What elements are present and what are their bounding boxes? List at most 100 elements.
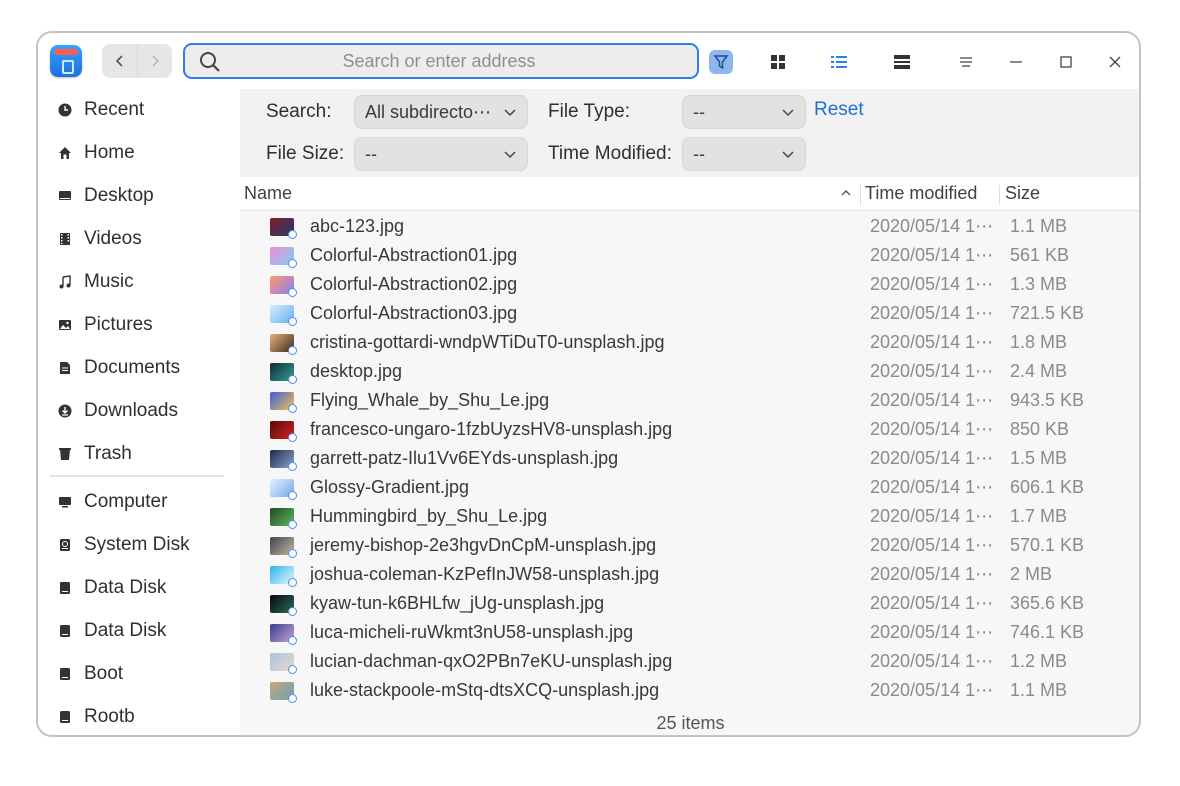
file-date: 2020/05/14 1⋯	[870, 448, 994, 468]
sidebar-item-trash[interactable]: Trash	[50, 436, 230, 472]
sidebar-item-home[interactable]: Home	[50, 135, 230, 171]
sidebar-item-label: Videos	[84, 228, 142, 249]
desktop-icon	[50, 189, 84, 203]
file-row[interactable]: desktop.jpg 2020/05/14 1⋯ 2.4 MB	[240, 357, 1139, 386]
back-button[interactable]	[102, 44, 137, 78]
file-size: 943.5 KB	[1010, 390, 1085, 410]
file-row[interactable]: luca-micheli-ruWkmt3nU58-unsplash.jpg 20…	[240, 618, 1139, 647]
reset-link[interactable]: Reset	[814, 99, 864, 121]
detail-view-button[interactable]	[891, 51, 913, 73]
file-type-select[interactable]: --	[682, 95, 806, 129]
file-row[interactable]: Colorful-Abstraction02.jpg 2020/05/14 1⋯…	[240, 270, 1139, 299]
sidebar-item-data-disk-1[interactable]: Data Disk	[50, 570, 230, 606]
file-size: 1.7 MB	[1010, 506, 1068, 526]
file-manager-window: Recent Home Desktop Videos Music Picture…	[36, 31, 1141, 737]
file-row[interactable]: joshua-coleman-KzPefInJW58-unsplash.jpg …	[240, 560, 1139, 589]
image-thumbnail-icon	[270, 218, 297, 239]
file-date: 2020/05/14 1⋯	[870, 593, 994, 613]
disk-icon	[50, 667, 84, 681]
forward-button[interactable]	[137, 44, 172, 78]
sidebar-item-data-disk-2[interactable]: Data Disk	[50, 613, 230, 649]
sidebar-item-label: Pictures	[84, 314, 153, 335]
file-name: francesco-ungaro-1fzbUyzsHV8-unsplash.jp…	[310, 419, 673, 439]
file-row[interactable]: francesco-ungaro-1fzbUyzsHV8-unsplash.jp…	[240, 415, 1139, 444]
sidebar-item-computer[interactable]: Computer	[50, 484, 230, 520]
time-modified-select[interactable]: --	[682, 137, 806, 171]
maximize-button[interactable]	[1055, 51, 1077, 73]
sidebar-item-recent[interactable]: Recent	[50, 92, 230, 128]
file-row[interactable]: Colorful-Abstraction01.jpg 2020/05/14 1⋯…	[240, 241, 1139, 270]
file-row[interactable]: Hummingbird_by_Shu_Le.jpg 2020/05/14 1⋯ …	[240, 502, 1139, 531]
file-row[interactable]: kyaw-tun-k6BHLfw_jUg-unsplash.jpg 2020/0…	[240, 589, 1139, 618]
search-scope-select[interactable]: All subdirecto⋯	[354, 95, 528, 129]
sidebar-item-rootb[interactable]: Rootb	[50, 699, 230, 735]
filter-button[interactable]	[709, 50, 733, 74]
file-date: 2020/05/14 1⋯	[870, 332, 994, 352]
document-icon	[50, 361, 84, 375]
file-date: 2020/05/14 1⋯	[870, 564, 994, 584]
sidebar-item-pictures[interactable]: Pictures	[50, 307, 230, 343]
column-divider[interactable]	[999, 185, 1000, 205]
file-date: 2020/05/14 1⋯	[870, 651, 994, 671]
column-divider[interactable]	[860, 185, 861, 205]
address-bar[interactable]	[183, 43, 699, 79]
file-row[interactable]: Colorful-Abstraction03.jpg 2020/05/14 1⋯…	[240, 299, 1139, 328]
sidebar-item-label: Data Disk	[84, 620, 167, 641]
file-date: 2020/05/14 1⋯	[870, 622, 994, 642]
minimize-button[interactable]	[1005, 51, 1027, 73]
file-size: 746.1 KB	[1010, 622, 1085, 642]
sidebar-item-downloads[interactable]: Downloads	[50, 393, 230, 429]
list-view-button[interactable]	[828, 51, 850, 73]
sidebar-item-label: Rootb	[84, 706, 135, 727]
icon-view-button[interactable]	[767, 51, 789, 73]
sidebar-item-documents[interactable]: Documents	[50, 350, 230, 386]
file-size: 1.2 MB	[1010, 651, 1068, 671]
file-row[interactable]: garrett-patz-Ilu1Vv6EYds-unsplash.jpg 20…	[240, 444, 1139, 473]
sidebar-item-desktop[interactable]: Desktop	[50, 178, 230, 214]
sidebar-item-label: Downloads	[84, 400, 178, 421]
image-thumbnail-icon	[270, 363, 297, 384]
file-size: 2 MB	[1010, 564, 1053, 584]
file-name: jeremy-bishop-2e3hgvDnCpM-unsplash.jpg	[310, 535, 657, 555]
search-scope-label: Search:	[266, 101, 332, 122]
file-name: lucian-dachman-qxO2PBn7eKU-unsplash.jpg	[310, 651, 673, 671]
sidebar-item-system-disk[interactable]: System Disk	[50, 527, 230, 563]
sidebar-item-label: Music	[84, 271, 134, 292]
sidebar-item-videos[interactable]: Videos	[50, 221, 230, 257]
file-row[interactable]: abc-123.jpg 2020/05/14 1⋯ 1.1 MB	[240, 212, 1139, 241]
chevron-down-icon	[782, 109, 794, 117]
file-size-select[interactable]: --	[354, 137, 528, 171]
file-row[interactable]: luke-stackpoole-mStq-dtsXCQ-unsplash.jpg…	[240, 676, 1139, 705]
file-row[interactable]: Flying_Whale_by_Shu_Le.jpg 2020/05/14 1⋯…	[240, 386, 1139, 415]
file-date: 2020/05/14 1⋯	[870, 535, 994, 555]
file-name: kyaw-tun-k6BHLfw_jUg-unsplash.jpg	[310, 593, 605, 613]
funnel-icon	[713, 55, 729, 70]
file-row[interactable]: cristina-gottardi-wndpWTiDuT0-unsplash.j…	[240, 328, 1139, 357]
file-size: 365.6 KB	[1010, 593, 1085, 613]
column-time-modified[interactable]: Time modified	[865, 183, 977, 204]
main-pane: Search: All subdirecto⋯ File Type: -- Re…	[240, 89, 1139, 735]
sidebar: Recent Home Desktop Videos Music Picture…	[38, 89, 240, 735]
file-row[interactable]: Glossy-Gradient.jpg 2020/05/14 1⋯ 606.1 …	[240, 473, 1139, 502]
image-thumbnail-icon	[270, 624, 297, 645]
file-size: 561 KB	[1010, 245, 1070, 265]
sidebar-item-music[interactable]: Music	[50, 264, 230, 300]
chevron-down-icon	[504, 151, 516, 159]
column-size[interactable]: Size	[1005, 183, 1040, 204]
file-row[interactable]: lucian-dachman-qxO2PBn7eKU-unsplash.jpg …	[240, 647, 1139, 676]
file-name: joshua-coleman-KzPefInJW58-unsplash.jpg	[310, 564, 660, 584]
close-button[interactable]	[1104, 51, 1126, 73]
image-thumbnail-icon	[270, 421, 297, 442]
sidebar-item-boot[interactable]: Boot	[50, 656, 230, 692]
sidebar-item-label: Desktop	[84, 185, 154, 206]
file-size: 570.1 KB	[1010, 535, 1085, 555]
address-input[interactable]	[229, 45, 649, 77]
file-date: 2020/05/14 1⋯	[870, 303, 994, 323]
column-header: Name Time modified Size	[240, 177, 1139, 211]
file-size: 1.1 MB	[1010, 216, 1068, 236]
menu-button[interactable]	[955, 51, 977, 73]
column-name[interactable]: Name	[244, 183, 292, 204]
search-icon	[200, 52, 220, 72]
file-row[interactable]: jeremy-bishop-2e3hgvDnCpM-unsplash.jpg 2…	[240, 531, 1139, 560]
close-icon	[1109, 56, 1121, 68]
